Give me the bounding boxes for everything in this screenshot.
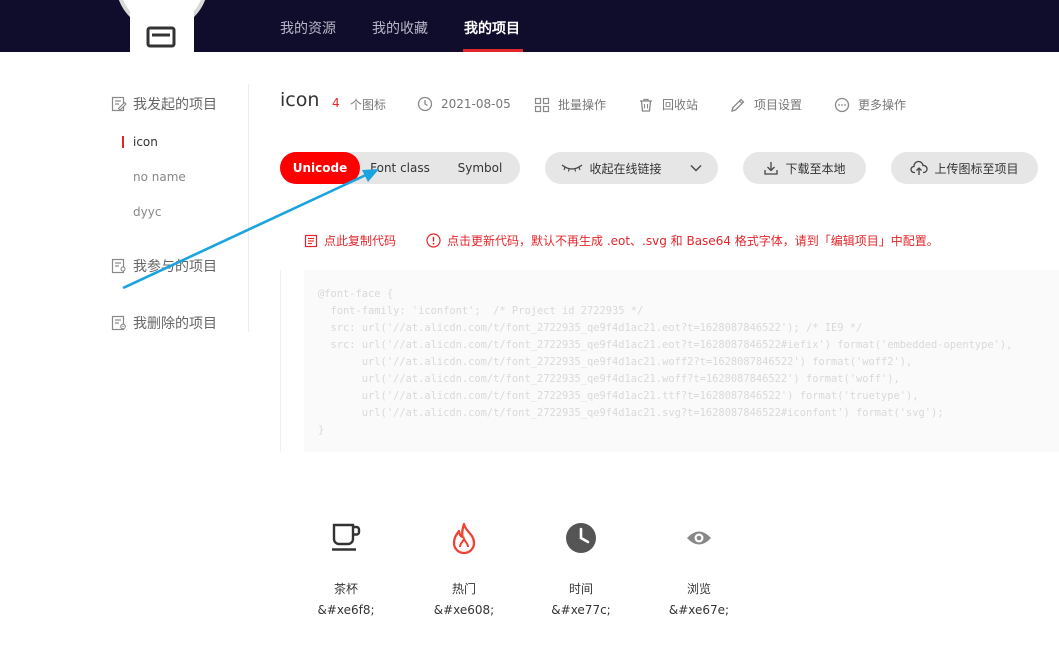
recycle-bin-button[interactable]: 回收站 xyxy=(638,96,698,113)
alert-circle-icon xyxy=(426,233,441,248)
document-user-icon xyxy=(111,258,126,274)
icon-name: 茶杯 xyxy=(333,582,358,596)
upload-icons-button[interactable]: 上传图标至项目 xyxy=(891,152,1038,184)
project-settings-button[interactable]: 项目设置 xyxy=(730,96,802,113)
update-code-link[interactable]: 点击更新代码，默认不再生成 .eot、.svg 和 Base64 格式字体，请到… xyxy=(426,232,939,249)
sidebar-joined-label: 我参与的项目 xyxy=(133,259,217,275)
more-operations-label: 更多操作 xyxy=(858,98,907,112)
update-code-label: 点击更新代码，默认不再生成 .eot、.svg 和 Base64 格式字体，请到… xyxy=(447,234,939,248)
font-face-code-block[interactable]: @font-face { font-family: 'iconfont'; /*… xyxy=(304,270,1059,452)
download-local-button[interactable]: 下载至本地 xyxy=(743,152,866,184)
icon-code: &#xe77c; xyxy=(551,603,611,617)
icon-count: 4 xyxy=(332,96,340,110)
sidebar-deleted-label: 我删除的项目 xyxy=(133,316,217,332)
copy-code-label: 点此复制代码 xyxy=(324,234,397,248)
copy-document-icon xyxy=(304,234,318,247)
icon-card-hot[interactable]: 热门 &#xe608; xyxy=(419,516,509,617)
nav-active-indicator xyxy=(463,49,523,52)
tab-symbol[interactable]: Symbol xyxy=(440,152,520,184)
sidebar-project-no-name[interactable]: no name xyxy=(133,170,186,184)
collapse-online-link-label: 收起在线链接 xyxy=(589,161,662,176)
clock-icon xyxy=(566,523,596,553)
recycle-bin-label: 回收站 xyxy=(662,98,699,112)
font-face-code: @font-face { font-family: 'iconfont'; /*… xyxy=(318,288,1013,436)
nav-my-favorites[interactable]: 我的收藏 xyxy=(372,18,428,38)
eye-closed-icon xyxy=(562,164,583,172)
upload-icons-label: 上传图标至项目 xyxy=(934,161,1019,176)
icon-card-view[interactable]: 浏览 &#xe67e; xyxy=(654,516,744,617)
icon-code: &#xe6f8; xyxy=(317,603,375,617)
copy-code-link[interactable]: 点此复制代码 xyxy=(304,232,396,249)
eye-icon xyxy=(687,531,711,545)
icon-name: 浏览 xyxy=(686,582,711,596)
tab-font-class[interactable]: Font class xyxy=(360,152,440,184)
icon-name: 热门 xyxy=(451,582,476,596)
icon-count-label: 个图标 xyxy=(350,98,387,112)
edit-document-icon xyxy=(111,96,127,112)
icon-name: 时间 xyxy=(568,582,593,596)
more-dots-icon xyxy=(834,97,850,112)
sidebar-active-indicator xyxy=(122,136,124,148)
top-nav-bar: 我的资源 我的收藏 我的项目 xyxy=(0,0,1059,52)
clock-outline-icon xyxy=(417,96,433,112)
batch-operation-label: 批量操作 xyxy=(558,98,607,112)
sidebar-divider xyxy=(248,84,249,332)
icon-code: &#xe608; xyxy=(433,603,495,617)
collapse-online-link-button[interactable]: 收起在线链接 xyxy=(545,152,718,184)
sidebar-project-dyyc[interactable]: dyyc xyxy=(133,205,161,219)
chevron-down-icon xyxy=(690,165,701,172)
project-date-text: 2021-08-05 xyxy=(441,97,511,111)
nav-my-projects[interactable]: 我的项目 xyxy=(464,18,520,38)
project-date: 2021-08-05 xyxy=(417,96,511,112)
sidebar-joined-projects[interactable]: 我参与的项目 xyxy=(111,256,217,276)
cloud-upload-icon xyxy=(910,160,929,175)
grid-icon xyxy=(534,97,550,112)
project-settings-label: 项目设置 xyxy=(754,98,803,112)
icon-card-time[interactable]: 时间 &#xe77c; xyxy=(536,516,626,617)
flame-icon xyxy=(452,522,476,555)
batch-operation-button[interactable]: 批量操作 xyxy=(534,96,606,113)
cup-icon xyxy=(332,523,361,551)
icon-code: &#xe67e; xyxy=(668,603,730,617)
trash-icon xyxy=(640,98,652,112)
download-icon xyxy=(764,162,779,175)
tab-unicode[interactable]: Unicode xyxy=(280,152,360,184)
code-left-rule xyxy=(280,270,281,452)
sidebar-deleted-projects[interactable]: 我删除的项目 xyxy=(111,313,217,333)
project-title: icon xyxy=(280,89,320,111)
more-operations-button[interactable]: 更多操作 xyxy=(834,96,906,113)
sidebar-initiated-projects[interactable]: 我发起的项目 xyxy=(111,94,217,114)
document-settings-icon xyxy=(111,315,126,331)
pencil-icon xyxy=(731,98,745,112)
mascot-logo-icon xyxy=(118,0,206,52)
download-local-label: 下载至本地 xyxy=(785,161,846,176)
icon-card-cup[interactable]: 茶杯 &#xe6f8; xyxy=(301,516,391,617)
sidebar-initiated-label: 我发起的项目 xyxy=(133,97,217,113)
sidebar-project-icon[interactable]: icon xyxy=(133,135,158,149)
nav-my-resources[interactable]: 我的资源 xyxy=(280,18,336,38)
